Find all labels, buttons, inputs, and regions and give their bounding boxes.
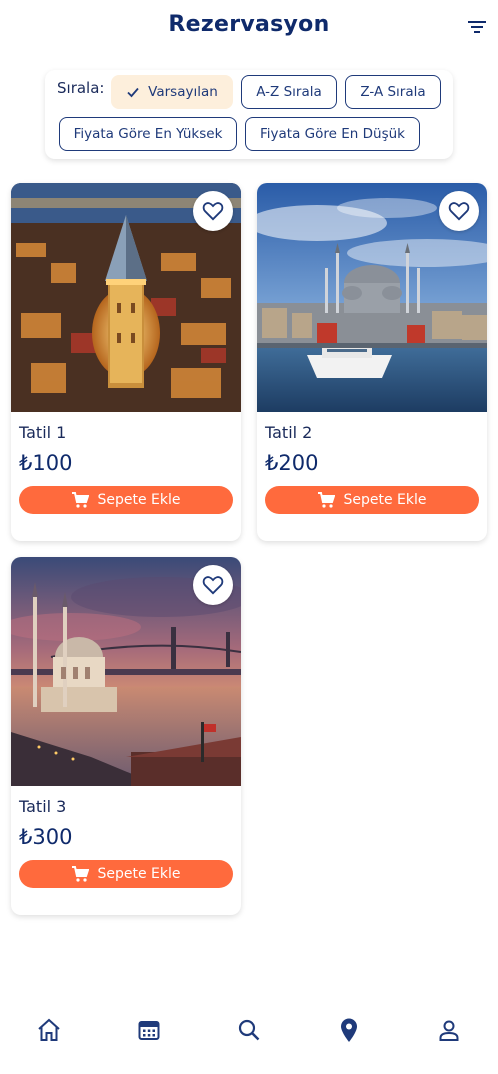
product-card[interactable]: Tatil 1 ₺100 Sepete Ekle xyxy=(11,183,241,541)
shopping-cart-icon xyxy=(72,866,90,882)
add-to-cart-button[interactable]: Sepete Ekle xyxy=(19,486,233,514)
sort-panel: Sırala: Varsayılan A-Z Sırala Z-A Sırala… xyxy=(45,70,453,159)
search-icon[interactable] xyxy=(235,1016,263,1044)
sort-chip-label: Z-A Sırala xyxy=(360,84,426,100)
sort-label: Sırala: xyxy=(57,79,105,97)
sort-chip-default[interactable]: Varsayılan xyxy=(111,75,233,109)
check-icon xyxy=(127,87,139,98)
product-card[interactable]: Tatil 2 ₺200 Sepete Ekle xyxy=(257,183,487,541)
favorite-heart-icon[interactable] xyxy=(439,191,479,231)
sort-chip-a-z[interactable]: A-Z Sırala xyxy=(241,75,337,109)
home-icon[interactable] xyxy=(35,1016,63,1044)
product-card[interactable]: Tatil 3 ₺300 Sepete Ekle xyxy=(11,557,241,915)
sort-chip-label: Fiyata Göre En Yüksek xyxy=(73,126,223,142)
add-to-cart-label: Sepete Ekle xyxy=(97,492,181,508)
favorite-heart-icon[interactable] xyxy=(193,191,233,231)
profile-icon[interactable] xyxy=(435,1016,463,1044)
app-header: Rezervasyon xyxy=(0,0,498,56)
sort-chip-price-low[interactable]: Fiyata Göre En Düşük xyxy=(245,117,420,151)
sort-chip-price-high[interactable]: Fiyata Göre En Yüksek xyxy=(59,117,237,151)
calendar-icon[interactable] xyxy=(135,1016,163,1044)
product-price: ₺300 xyxy=(19,825,73,849)
favorite-heart-icon[interactable] xyxy=(193,565,233,605)
sort-chip-label: A-Z Sırala xyxy=(256,84,322,100)
location-pin-icon[interactable] xyxy=(335,1016,363,1044)
shopping-cart-icon xyxy=(318,492,336,508)
add-to-cart-button[interactable]: Sepete Ekle xyxy=(19,860,233,888)
product-name: Tatil 1 xyxy=(19,423,67,442)
sort-chip-label: Varsayılan xyxy=(148,84,218,100)
filter-list-icon[interactable] xyxy=(466,16,488,38)
bottom-navigation xyxy=(0,1000,498,1060)
product-name: Tatil 3 xyxy=(19,797,67,816)
product-price: ₺100 xyxy=(19,451,73,475)
add-to-cart-label: Sepete Ekle xyxy=(343,492,427,508)
add-to-cart-button[interactable]: Sepete Ekle xyxy=(265,486,479,514)
shopping-cart-icon xyxy=(72,492,90,508)
add-to-cart-label: Sepete Ekle xyxy=(97,866,181,882)
page-title: Rezervasyon xyxy=(168,12,330,37)
product-name: Tatil 2 xyxy=(265,423,313,442)
product-price: ₺200 xyxy=(265,451,319,475)
sort-chip-z-a[interactable]: Z-A Sırala xyxy=(345,75,441,109)
sort-chip-label: Fiyata Göre En Düşük xyxy=(260,126,405,142)
